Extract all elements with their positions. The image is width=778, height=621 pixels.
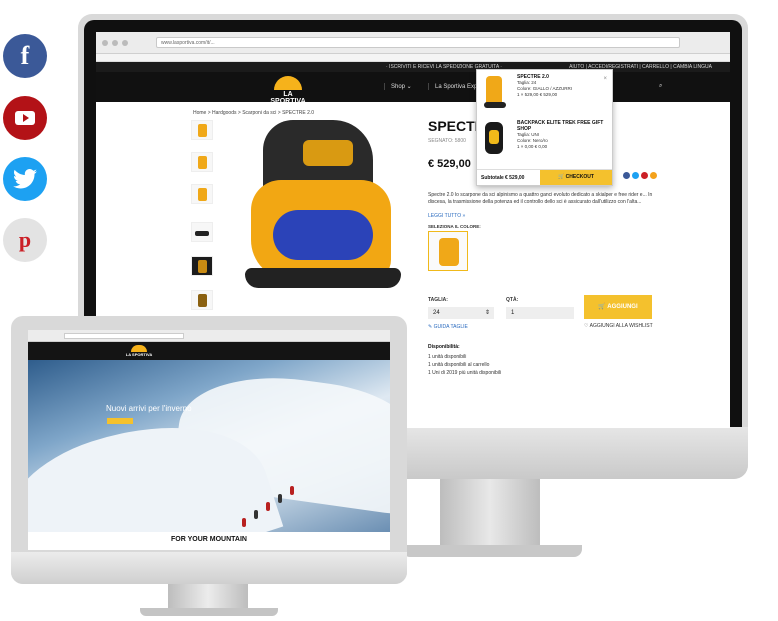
site-logo[interactable]: LA SPORTIVA [124,345,154,357]
small-monitor-base [140,608,278,616]
facebook-icon[interactable]: f [3,34,47,78]
size-guide-link[interactable]: ✎ GUIDA TAGLIE [428,324,468,330]
thumbnail[interactable] [191,222,213,242]
share-facebook-icon[interactable] [623,172,630,179]
thumbnail[interactable] [191,152,213,172]
availability-title: Disponibilità: [428,344,460,350]
share-icons [623,172,657,179]
color-swatch[interactable] [428,231,468,271]
site-logo[interactable]: LA SPORTIVA [266,76,310,105]
climber [290,486,294,495]
hero-title: Nuovi arrivi per l'inverno [106,404,192,413]
monitor-chin [11,552,407,584]
hero-button[interactable] [107,418,133,424]
browser-toolbar: www.lasportiva.com/it/... [96,32,730,54]
search-icon[interactable]: ⌕ [659,83,662,90]
checkout-button[interactable]: 🛒 CHECKOUT [540,170,612,185]
breadcrumb[interactable]: Home > Hardgoods > Scarponi da sci > SPE… [193,110,314,116]
product-description: Spectre 2.0 lo scarpone da sci alpinismo… [428,192,653,205]
remove-item-icon[interactable]: × [603,76,607,82]
share-pinterest-icon[interactable] [641,172,648,179]
pinterest-icon[interactable]: p [3,218,47,262]
top-strip: · ISCRIVITI E RICEVI LA SPEDIZIONE GRATU… [96,62,730,72]
small-monitor: LA SPORTIVA Nuovi arrivi per l'inverno F… [11,316,407,584]
address-bar[interactable]: www.lasportiva.com/it/... [156,37,680,48]
qty-input[interactable]: 1 [506,307,574,319]
cart-item[interactable]: BACKPACK ELITE TREK FREE GIFT SHOP Taglia… [481,120,609,158]
wishlist-link[interactable]: ♡ AGGIUNGI ALLA WISHLIST [584,323,653,329]
main-nav: LA SPORTIVA [28,342,390,360]
cart-dropdown: SPECTRE 2.0 Taglia: 24 Colore: GIALLO / AZ… [476,69,613,186]
read-more-link[interactable]: LEGGI TUTTO » [428,213,465,219]
qty-label: QTÀ: [506,297,519,303]
thumbnail[interactable] [191,120,213,140]
browser-toolbar [28,330,390,342]
thumbnail[interactable] [191,290,213,310]
climber [254,510,258,519]
climber [278,494,282,503]
cart-icon: 🛒 [598,304,606,310]
cart-item-image [481,120,507,156]
large-monitor-base [402,545,582,557]
share-email-icon[interactable] [650,172,657,179]
bookmarks-bar [96,54,730,62]
nav-shop[interactable]: Shop ⌄ [384,83,412,90]
thumbnail[interactable] [191,256,213,276]
size-label: TAGLIA: [428,297,448,303]
climber [242,518,246,527]
product-price: € 529,00 [428,158,471,170]
small-screen: LA SPORTIVA Nuovi arrivi per l'inverno F… [28,330,390,550]
forward-icon[interactable] [112,40,118,46]
address-bar[interactable] [64,333,184,339]
twitter-icon[interactable] [3,157,47,201]
small-monitor-stand [168,584,248,610]
hero-banner[interactable]: Nuovi arrivi per l'inverno [28,360,390,532]
availability-row: 1 unità disponibili [428,354,467,360]
add-to-cart-button[interactable]: 🛒 AGGIUNGI [584,295,652,319]
product-image[interactable] [243,120,403,300]
tagline: FOR YOUR MOUNTAIN [171,536,247,543]
thumbnail[interactable] [191,184,213,204]
subtotal-label: Subtotale [481,175,504,181]
availability-row: 1 Uni di 2019 più unità disponibili [428,370,502,376]
back-icon[interactable] [102,40,108,46]
subtotal-value: € 529,00 [505,175,525,181]
youtube-icon[interactable] [3,96,47,140]
reload-icon[interactable] [122,40,128,46]
product-sku: SEGNATO: 5800 [428,138,466,144]
cart-item[interactable]: SPECTRE 2.0 Taglia: 24 Colore: GIALLO / AZ… [481,74,609,112]
share-twitter-icon[interactable] [632,172,639,179]
cart-footer: Subtotale € 529,00 🛒 CHECKOUT [477,169,612,185]
cart-item-image [481,74,507,110]
availability-row: 1 unità disponibili al carrello [428,362,490,368]
stepper-icon: ⇕ [484,310,490,316]
climber [266,502,270,511]
select-color-label: SELEZIONA IL COLORE: [428,224,481,229]
size-select[interactable]: 24 ⇕ [428,307,494,319]
main-nav: LA SPORTIVA Shop ⌄ La Sportiva Experienc… [96,72,730,105]
large-monitor-stand [440,479,540,549]
screenshot-stage: f p www.lasportiva.com/it/... · ISCRIVIT… [0,0,778,621]
